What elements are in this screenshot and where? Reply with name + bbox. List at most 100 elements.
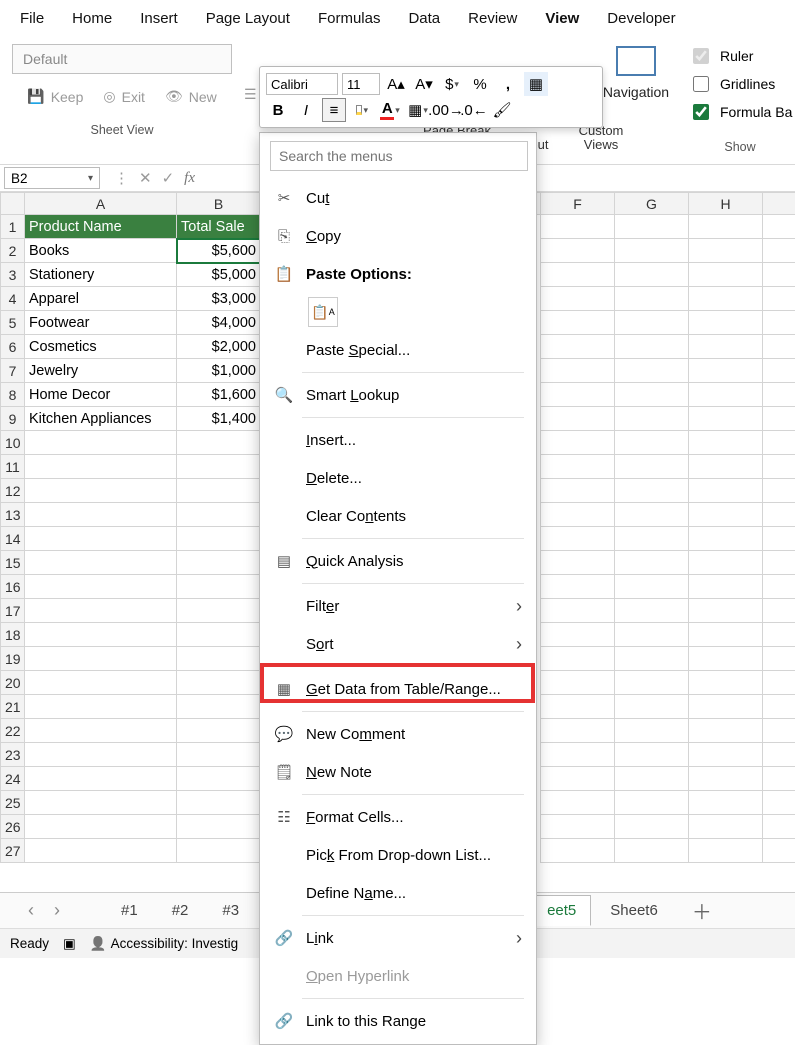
cell[interactable] xyxy=(177,455,261,479)
clear-contents-item[interactable]: Clear Contents xyxy=(260,497,536,535)
cell[interactable] xyxy=(615,455,689,479)
cell[interactable] xyxy=(763,407,795,431)
row-header[interactable]: 27 xyxy=(1,839,25,863)
cell[interactable]: Total Sale xyxy=(177,215,261,239)
cell[interactable] xyxy=(25,695,177,719)
pick-list-item[interactable]: Pick From Drop-down List... xyxy=(260,836,536,874)
cell[interactable]: $5,000 xyxy=(177,263,261,287)
cell[interactable] xyxy=(615,647,689,671)
cell[interactable] xyxy=(177,791,261,815)
col-header-G[interactable]: G xyxy=(615,193,689,215)
row-header[interactable]: 13 xyxy=(1,503,25,527)
cell[interactable] xyxy=(615,671,689,695)
menu-review[interactable]: Review xyxy=(454,6,531,31)
row-header[interactable]: 4 xyxy=(1,287,25,311)
cell[interactable] xyxy=(177,719,261,743)
cell[interactable] xyxy=(615,767,689,791)
cell[interactable] xyxy=(177,815,261,839)
cell[interactable]: Home Decor xyxy=(25,383,177,407)
cell[interactable] xyxy=(177,431,261,455)
cell[interactable] xyxy=(615,695,689,719)
font-color-button[interactable]: A▾ xyxy=(378,98,402,122)
gridlines-checkbox[interactable]: Gridlines xyxy=(685,70,795,98)
cell[interactable] xyxy=(763,455,795,479)
cell[interactable] xyxy=(541,839,615,863)
menu-insert[interactable]: Insert xyxy=(126,6,192,31)
row-header[interactable]: 5 xyxy=(1,311,25,335)
cell[interactable] xyxy=(25,719,177,743)
cell[interactable]: Apparel xyxy=(25,287,177,311)
cell[interactable] xyxy=(25,599,177,623)
cell[interactable] xyxy=(25,527,177,551)
cell[interactable] xyxy=(689,695,763,719)
font-size-combo[interactable] xyxy=(342,73,380,95)
cell[interactable]: $3,000 xyxy=(177,287,261,311)
cell[interactable] xyxy=(177,503,261,527)
sheet-tab-3[interactable]: #3 xyxy=(207,895,254,926)
row-header[interactable]: 15 xyxy=(1,551,25,575)
cell[interactable] xyxy=(689,791,763,815)
row-header[interactable]: 7 xyxy=(1,359,25,383)
row-header[interactable]: 22 xyxy=(1,719,25,743)
format-painter-button[interactable]: 🖌 xyxy=(490,98,514,122)
cell[interactable] xyxy=(177,479,261,503)
cell[interactable] xyxy=(689,287,763,311)
cell[interactable] xyxy=(689,215,763,239)
italic-button[interactable]: I xyxy=(294,98,318,122)
cell[interactable] xyxy=(541,263,615,287)
new-comment-item[interactable]: 💬New Comment xyxy=(260,715,536,753)
cell[interactable] xyxy=(177,671,261,695)
cell[interactable] xyxy=(763,671,795,695)
menu-developer[interactable]: Developer xyxy=(593,6,689,31)
row-header[interactable]: 19 xyxy=(1,647,25,671)
cell[interactable] xyxy=(615,551,689,575)
col-header-H[interactable]: H xyxy=(689,193,763,215)
gridlines-check[interactable] xyxy=(693,76,709,92)
sheet-view-combo[interactable]: Default xyxy=(12,44,232,74)
menu-file[interactable]: File xyxy=(6,6,58,31)
keep-button[interactable]: 💾 Keep xyxy=(21,84,89,109)
row-header[interactable]: 24 xyxy=(1,767,25,791)
cell[interactable] xyxy=(25,743,177,767)
cell[interactable] xyxy=(25,647,177,671)
cell[interactable] xyxy=(177,743,261,767)
new-button[interactable]: 👁 New xyxy=(159,84,223,109)
cell[interactable] xyxy=(615,839,689,863)
cell[interactable] xyxy=(763,503,795,527)
sort-item[interactable]: Sort xyxy=(260,625,536,663)
cell[interactable] xyxy=(615,407,689,431)
cell[interactable] xyxy=(541,743,615,767)
cell[interactable] xyxy=(763,359,795,383)
cell[interactable] xyxy=(689,839,763,863)
cell[interactable]: $5,600 xyxy=(177,239,261,263)
cell[interactable] xyxy=(177,767,261,791)
cell[interactable] xyxy=(25,671,177,695)
cell[interactable] xyxy=(763,791,795,815)
cell[interactable] xyxy=(541,719,615,743)
col-header-partial[interactable] xyxy=(763,193,795,215)
cell[interactable] xyxy=(177,551,261,575)
cell[interactable] xyxy=(177,839,261,863)
exit-button[interactable]: ◎ Exit xyxy=(97,84,151,109)
cell[interactable] xyxy=(25,503,177,527)
cell[interactable] xyxy=(763,767,795,791)
cell[interactable] xyxy=(689,383,763,407)
cut-item[interactable]: ✂Cut xyxy=(260,179,536,217)
cell[interactable] xyxy=(615,383,689,407)
cell[interactable] xyxy=(763,335,795,359)
new-note-item[interactable]: 🗒New Note xyxy=(260,753,536,791)
cell[interactable] xyxy=(689,815,763,839)
cell[interactable] xyxy=(541,383,615,407)
align-left-button[interactable]: ≡ xyxy=(322,98,346,122)
format-cells-item[interactable]: ☷Format Cells... xyxy=(260,798,536,836)
navigation-icon[interactable] xyxy=(616,46,656,76)
cell[interactable] xyxy=(615,311,689,335)
borders-button[interactable]: ▦▾ xyxy=(406,98,430,122)
delete-item[interactable]: Delete... xyxy=(260,459,536,497)
menu-data[interactable]: Data xyxy=(394,6,454,31)
cell[interactable] xyxy=(177,695,261,719)
bold-button[interactable]: B xyxy=(266,98,290,122)
increase-font-button[interactable]: A▴ xyxy=(384,72,408,96)
cell[interactable] xyxy=(177,599,261,623)
cell[interactable] xyxy=(763,719,795,743)
